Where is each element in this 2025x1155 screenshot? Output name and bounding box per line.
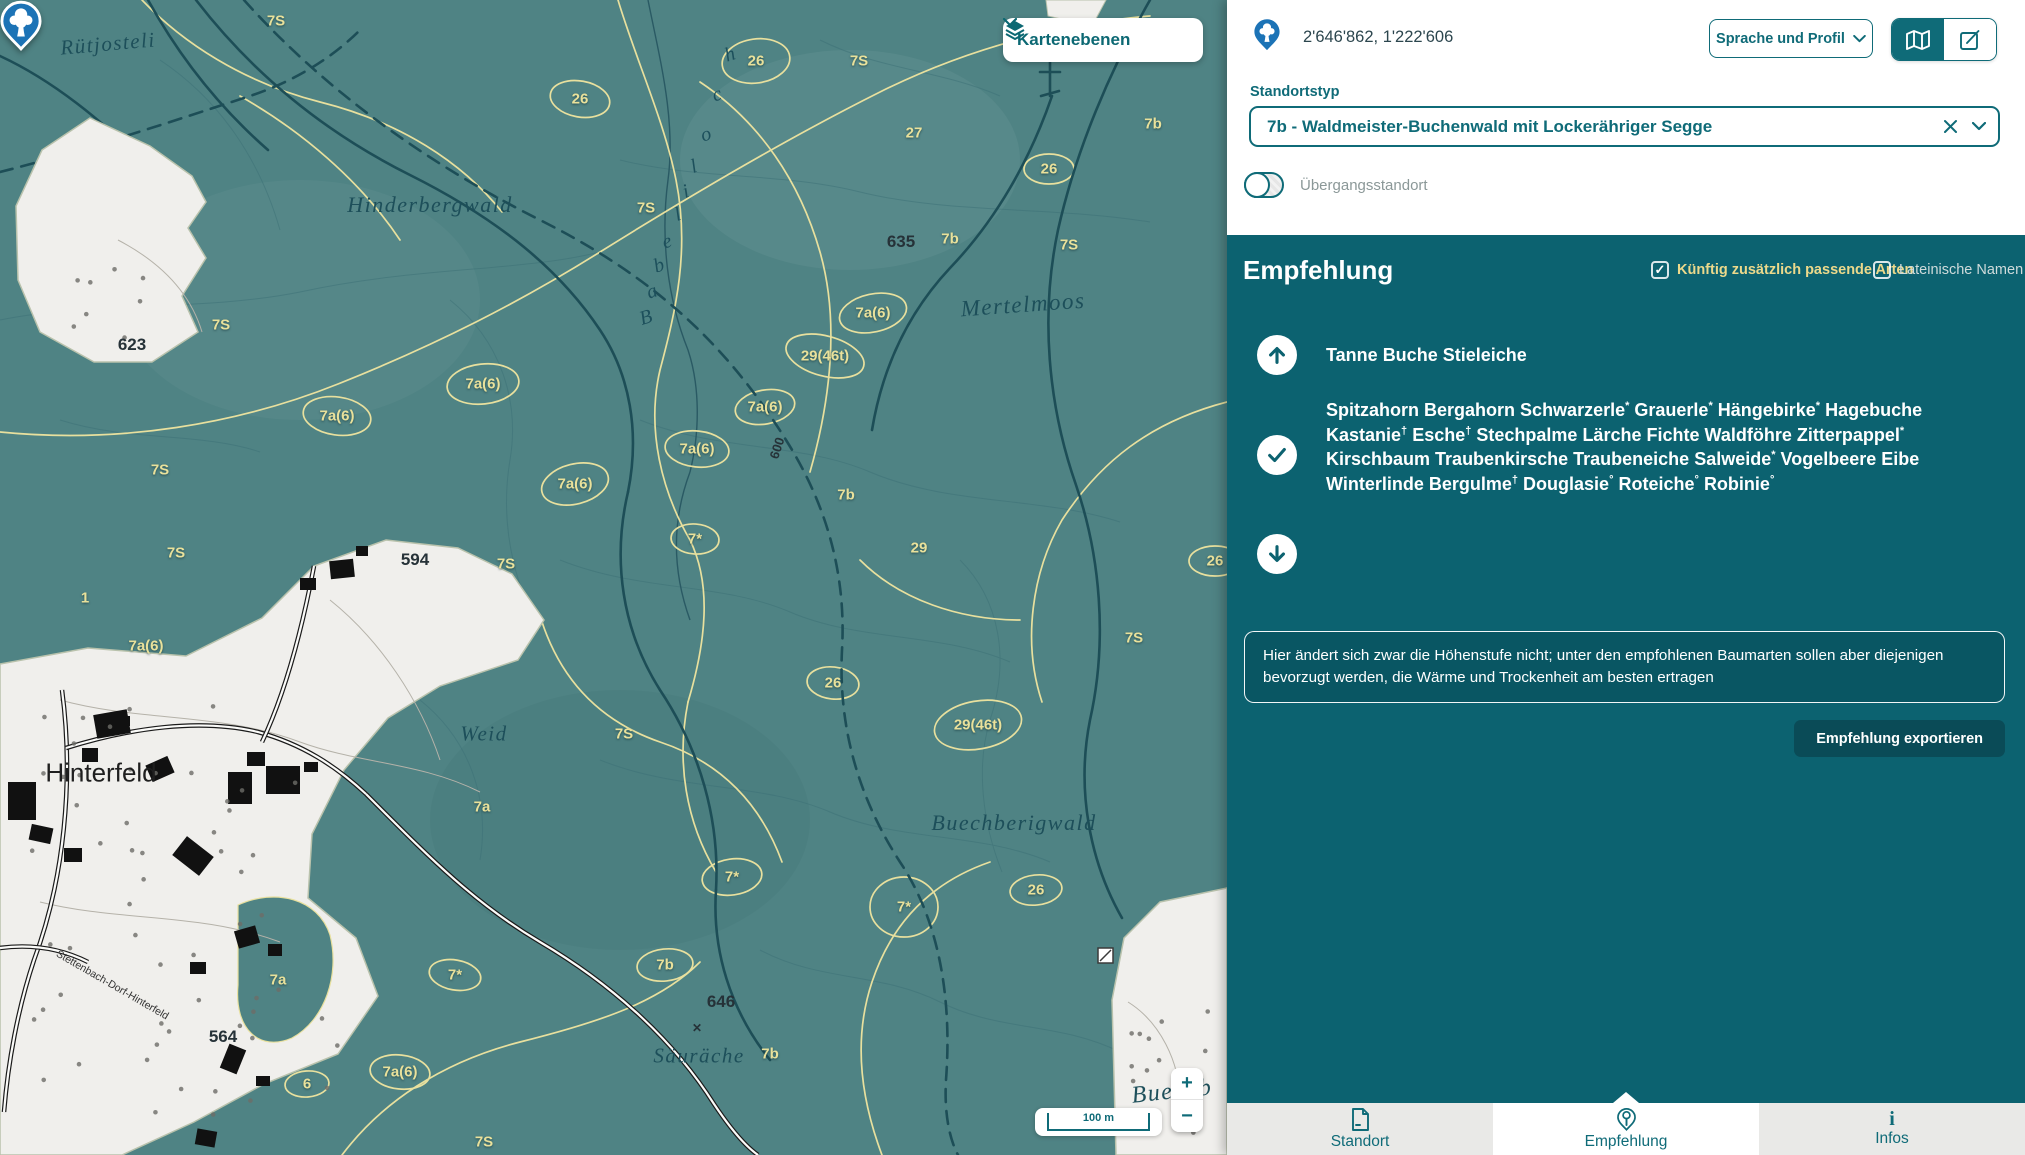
recommendation-note: Hier ändert sich zwar die Höhenstufe nic… (1244, 631, 2005, 703)
check-icon (1257, 435, 1297, 475)
edit-icon (1959, 29, 1981, 51)
chevron-down-icon (1003, 18, 1017, 27)
chevron-down-icon (1853, 35, 1866, 43)
export-recommendation-button[interactable]: Empfehlung exportieren (1794, 720, 2005, 757)
treeapp-window: 7S267S26277b267S7b7S7S7a(6)29(46t)7a(6)7… (0, 0, 2025, 1155)
tab-standort-label: Standort (1331, 1133, 1390, 1151)
language-profile-button[interactable]: Sprache und Profil (1709, 19, 1873, 58)
treeapp-pin-icon (1617, 1108, 1636, 1131)
chevron-down-icon[interactable] (1972, 122, 1986, 131)
map-layers-button[interactable]: Kartenebenen (1003, 18, 1203, 62)
transition-site-label: Übergangsstandort (1300, 177, 1428, 194)
topo-map[interactable] (0, 0, 1227, 1155)
arrow-down-icon (1257, 534, 1297, 574)
clear-icon[interactable] (1943, 119, 1958, 134)
recommendation-row-down (1257, 534, 1998, 574)
map-layers-label: Kartenebenen (1017, 30, 1189, 50)
language-profile-label: Sprache und Profil (1716, 31, 1845, 47)
future-species-checkbox[interactable]: ✓ (1651, 261, 1669, 279)
scale-bar: 100 m (1035, 1108, 1162, 1136)
transition-site-row: Übergangsstandort (1244, 172, 1428, 198)
latin-names-checkbox[interactable] (1873, 261, 1891, 279)
site-type-select[interactable]: 7b - Waldmeister-Buchenwald mit Lockeräh… (1249, 106, 2000, 147)
map-view-button[interactable] (1892, 19, 1944, 60)
latin-names-checkbox-row: Lateinische Namen (1873, 261, 2023, 279)
active-tab-notch (1613, 1092, 1639, 1103)
site-type-value: 7b - Waldmeister-Buchenwald mit Lockeräh… (1251, 117, 1943, 137)
edit-view-button[interactable] (1944, 19, 1996, 60)
treeapp-logo-icon (1253, 18, 1281, 52)
arrow-up-icon (1257, 335, 1297, 375)
tab-standort[interactable]: Standort (1227, 1103, 1493, 1155)
recommendation-row-up: Tanne Buche Stieleiche (1257, 335, 1998, 375)
recommendation-row-suitable: Spitzahorn Bergahorn Schwarzerle* Grauer… (1257, 398, 1998, 496)
transition-site-toggle[interactable] (1244, 172, 1284, 198)
view-mode-switch (1891, 18, 1997, 61)
toggle-knob (1244, 172, 1270, 198)
info-icon: i (1889, 1110, 1895, 1128)
coordinates-readout: 2'646'862, 1'222'606 (1303, 28, 1453, 47)
location-pin (0, 0, 42, 52)
side-panel: 2'646'862, 1'222'606 Sprache und Profil … (1227, 0, 2025, 1155)
map-icon (1905, 29, 1931, 51)
tab-infos[interactable]: i Infos (1759, 1103, 2025, 1155)
recommendation-title: Empfehlung (1243, 255, 1393, 286)
zoom-out-button[interactable]: − (1171, 1100, 1203, 1132)
species-list-up: Tanne Buche Stieleiche (1326, 343, 1998, 368)
zoom-controls: + − (1171, 1068, 1203, 1132)
species-list-suitable: Spitzahorn Bergahorn Schwarzerle* Grauer… (1326, 398, 1998, 496)
scale-label: 100 m (1035, 1112, 1162, 1124)
latin-names-label: Lateinische Namen (1899, 262, 2023, 278)
zoom-in-button[interactable]: + (1171, 1068, 1203, 1100)
tab-empfehlung[interactable]: Empfehlung (1493, 1103, 1759, 1155)
hide-marker (1098, 948, 1113, 963)
site-type-label: Standortstyp (1250, 84, 1339, 100)
tab-empfehlung-label: Empfehlung (1585, 1133, 1668, 1151)
document-icon (1351, 1108, 1370, 1131)
map-canvas[interactable]: 7S267S26277b267S7b7S7S7a(6)29(46t)7a(6)7… (0, 0, 1227, 1155)
recommendation-panel: Empfehlung ✓ Künftig zusätzlich passende… (1227, 235, 2025, 1103)
tab-infos-label: Infos (1875, 1130, 1909, 1148)
bottom-tab-bar: Standort Empfehlung i Infos (1227, 1103, 2025, 1155)
species-list-down (1326, 534, 1998, 574)
